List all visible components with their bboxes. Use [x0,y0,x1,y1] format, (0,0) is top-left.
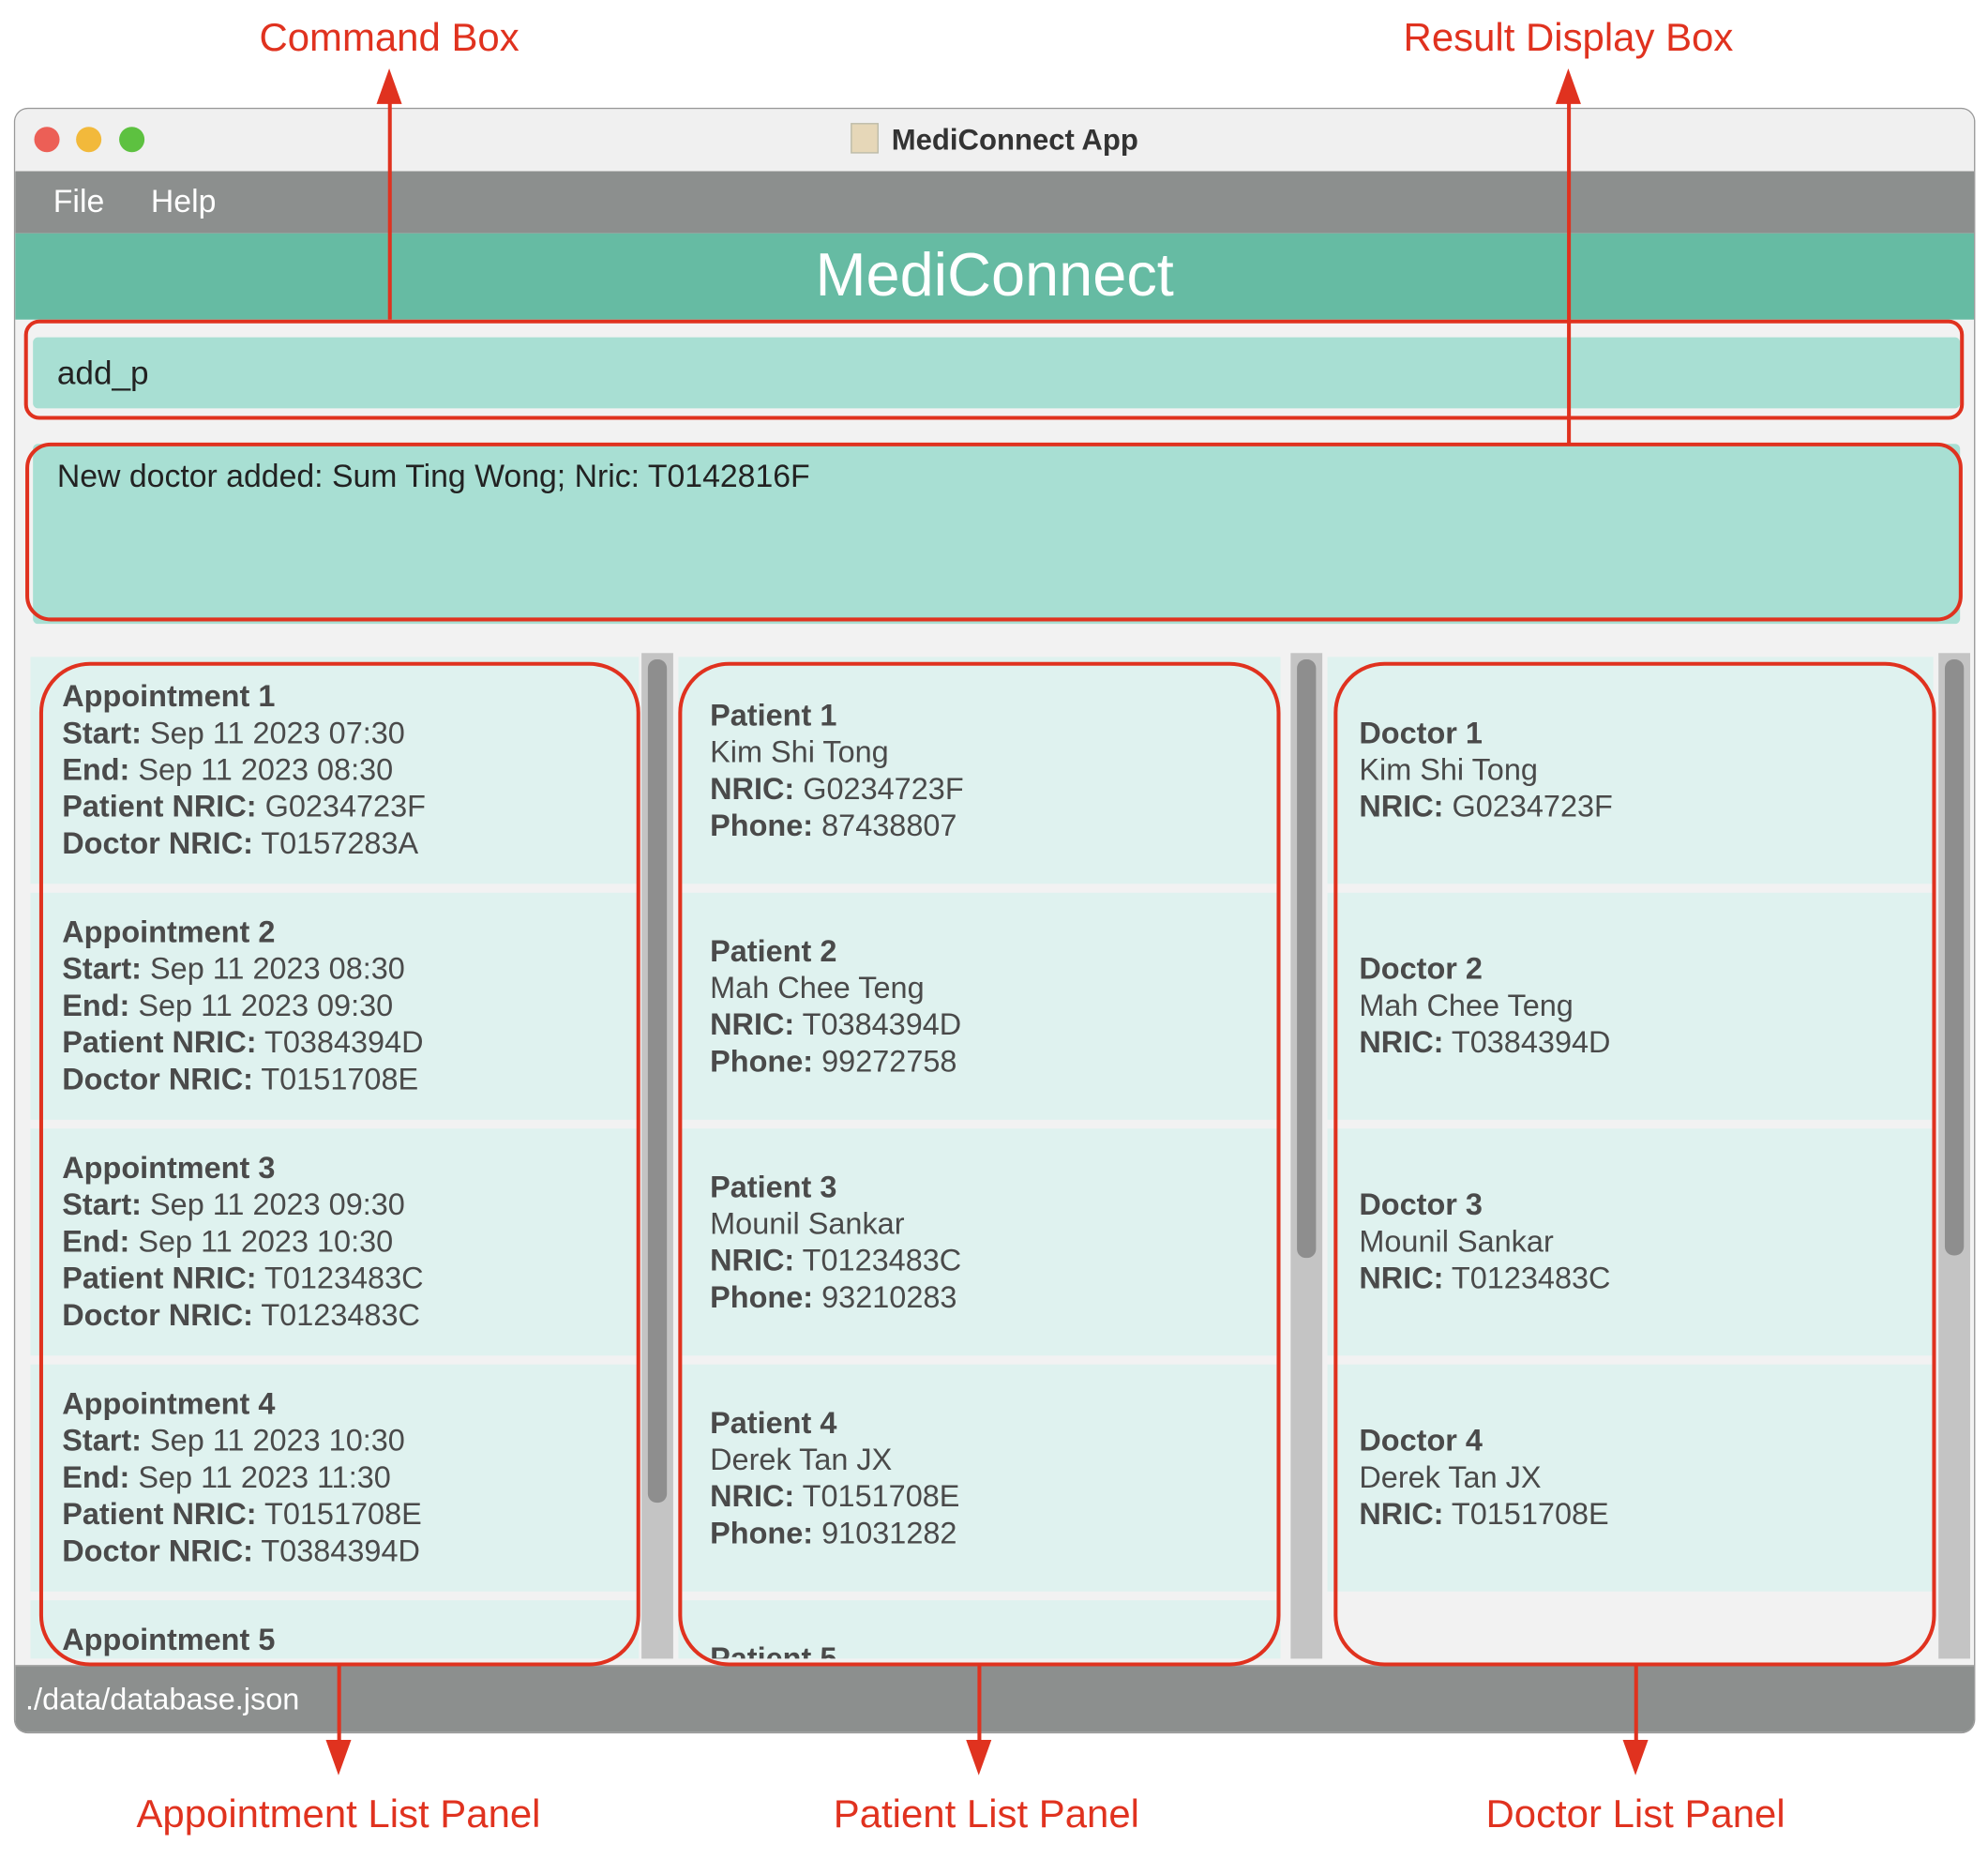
patient-scrollbar-thumb[interactable] [1297,659,1317,1259]
annotation-box-doctors [1333,661,1936,1667]
appointment-scrollbar-thumb[interactable] [647,659,668,1504]
app-header: MediConnect [15,233,1975,320]
annotation-box-appointments [38,661,640,1667]
menu-help[interactable]: Help [151,184,217,220]
patient-scrollbar[interactable] [1290,653,1323,1659]
arrow-down-icon [1622,1739,1649,1776]
title-bar: MediConnect App [15,109,1975,173]
arrow-down-icon [966,1739,992,1776]
annotation-appointment-list-panel: Appointment List Panel [136,1791,541,1836]
annotation-arrow-line [1634,1665,1638,1742]
annotation-box-patients [678,661,1281,1667]
menu-file[interactable]: File [53,184,104,220]
doctor-scrollbar-thumb[interactable] [1944,659,1965,1256]
annotation-box-command [23,319,1965,420]
annotation-result-display-box: Result Display Box [1403,15,1734,60]
menu-bar: File Help [15,171,1975,234]
window-title-text: MediConnect App [891,123,1138,157]
annotation-patient-list-panel: Patient List Panel [833,1791,1139,1836]
annotation-arrow-line [337,1665,341,1742]
annotation-arrow-line [387,98,392,320]
annotation-arrow-line [977,1665,982,1742]
annotation-command-box: Command Box [259,15,520,60]
appointment-scrollbar[interactable] [641,653,673,1659]
arrow-up-icon [376,68,402,104]
window-title: MediConnect App [15,123,1974,158]
arrow-up-icon [1555,68,1581,104]
annotation-arrow-line [1567,98,1572,445]
annotation-box-result [25,442,1963,622]
annotation-doctor-list-panel: Doctor List Panel [1485,1791,1785,1836]
doctor-scrollbar[interactable] [1938,653,1971,1659]
arrow-down-icon [325,1739,352,1776]
app-icon [851,123,880,154]
status-bar-path: ./data/database.json [15,1665,1975,1732]
